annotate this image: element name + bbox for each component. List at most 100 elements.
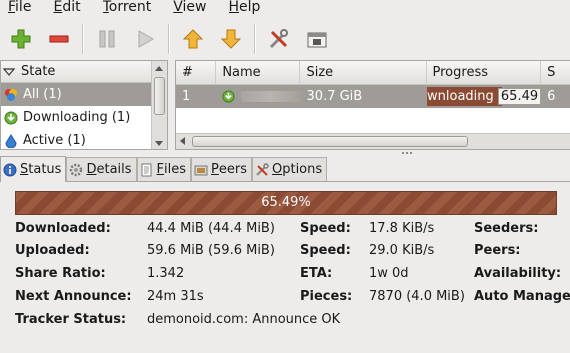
sidebar-scrollbar[interactable] — [151, 61, 167, 149]
queue-down-button[interactable] — [216, 24, 246, 54]
row-name-cell — [216, 85, 301, 108]
upload-speed-value: 29.0 KiB/s — [369, 243, 435, 258]
seeders-label: Seeders: — [474, 221, 539, 236]
sidebar-item-label: Active (1) — [23, 133, 86, 148]
tab-status-mnemonic: S — [20, 162, 29, 177]
sidebar-item-downloading[interactable]: Downloading (1) — [1, 106, 151, 129]
torrent-list-hscrollbar[interactable] — [176, 133, 570, 149]
remove-icon — [49, 35, 69, 43]
pieces-label: Pieces: — [300, 289, 353, 304]
tracker-status-label: Tracker Status: — [15, 312, 127, 327]
menu-edit-rest: dit — [62, 0, 81, 15]
pause-button[interactable] — [92, 24, 122, 54]
menu-edit[interactable]: Edit — [53, 0, 80, 15]
menu-help[interactable]: Help — [229, 0, 261, 15]
status-progress-bar: 65.49% — [15, 191, 557, 215]
column-name[interactable]: Name — [216, 61, 301, 85]
share-ratio-label: Share Ratio: — [15, 266, 106, 281]
tab-status-rest: tatus — [28, 162, 62, 177]
next-announce-label: Next Announce: — [15, 289, 132, 304]
menu-help-mnemonic: H — [228, 0, 240, 15]
tab-options[interactable]: Options — [251, 157, 328, 181]
preferences-button[interactable] — [264, 24, 294, 54]
menu-torrent-rest: orrent — [108, 0, 152, 15]
tab-details-rest: etails — [96, 162, 132, 177]
sidebar-item-active[interactable]: Active (1) — [1, 129, 151, 149]
row-progress: ownloading 65.49 — [426, 85, 542, 108]
row-state: ownloading — [427, 89, 494, 104]
sidebar-header-label: State — [21, 64, 56, 79]
tab-peers[interactable]: Peers — [191, 157, 252, 181]
sidebar-item-label: All (1) — [23, 87, 62, 102]
info-icon — [3, 163, 17, 177]
sidebar-header[interactable]: State — [1, 61, 151, 83]
download-speed-value: 17.8 KiB/s — [369, 221, 435, 236]
sidebar-item-label: Downloading (1) — [23, 110, 131, 125]
tab-details[interactable]: Details — [66, 157, 137, 181]
toolbar-separator — [168, 24, 170, 54]
table-row[interactable]: 1 30.7 GiB ownloading 65.49 6 — [176, 85, 570, 108]
downloaded-label: Downloaded: — [15, 221, 111, 236]
torrent-list-header: # Name Size Progress S — [176, 61, 570, 85]
tab-files[interactable]: Files — [136, 157, 192, 181]
collapse-triangle-icon[interactable] — [3, 66, 15, 78]
column-index[interactable]: # — [176, 61, 217, 85]
scroll-left-arrow-icon[interactable] — [180, 137, 185, 145]
sidebar-scroll-thumb[interactable] — [154, 77, 165, 115]
download-speed-label: Speed: — [300, 221, 351, 236]
tab-options-mnemonic: O — [271, 162, 283, 177]
queue-up-button[interactable] — [178, 24, 208, 54]
tab-details-mnemonic: D — [86, 162, 97, 177]
pause-icon — [99, 30, 115, 48]
menu-view[interactable]: View — [173, 0, 206, 15]
options-icon — [255, 162, 269, 177]
tab-status[interactable]: Status — [0, 156, 67, 182]
tab-files-mnemonic: F — [156, 162, 165, 177]
menu-file[interactable]: File — [8, 0, 31, 15]
details-tabs: Status Details Files Peers Options — [0, 156, 570, 182]
tracker-status-value: demonoid.com: Announce OK — [147, 312, 341, 327]
hscroll-thumb[interactable] — [192, 136, 468, 147]
add-torrent-button[interactable] — [6, 24, 36, 54]
downloading-icon — [222, 90, 235, 103]
next-announce-value: 24m 31s — [147, 289, 204, 304]
sidebar-item-all[interactable]: All (1) — [1, 83, 151, 106]
active-icon — [3, 133, 18, 148]
peers-label: Peers: — [474, 243, 521, 258]
scroll-down-arrow-icon[interactable] — [155, 141, 163, 146]
scroll-up-arrow-icon[interactable] — [155, 66, 163, 71]
share-ratio-value: 1.342 — [147, 266, 185, 281]
toolbar-separator — [82, 24, 84, 54]
upload-speed-label: Speed: — [300, 243, 351, 258]
connection-manager-icon — [307, 32, 327, 48]
row-size: 30.7 GiB — [306, 89, 363, 104]
menu-file-rest: ile — [15, 0, 32, 15]
connection-manager-button[interactable] — [302, 24, 332, 54]
row-progress-text: ownloading 65.49 — [427, 87, 542, 106]
column-size[interactable]: Size — [300, 61, 427, 85]
menu-edit-mnemonic: E — [53, 0, 63, 15]
row-extra: 6 — [547, 89, 556, 104]
row-progress-percent: 65.49 — [497, 88, 542, 105]
toolbar — [0, 20, 570, 58]
menu-torrent[interactable]: Torrent — [103, 0, 152, 15]
status-progress-text: 65.49% — [261, 195, 311, 210]
eta-label: ETA: — [300, 266, 333, 281]
eta-value: 1w 0d — [369, 266, 409, 281]
downloaded-value: 44.4 MiB (44.4 MiB) — [147, 221, 275, 236]
tab-peers-mnemonic: P — [211, 162, 219, 177]
pieces-value: 7870 (4.0 MiB) — [369, 289, 465, 304]
downloading-icon — [3, 110, 18, 125]
availability-label: Availability: — [474, 266, 562, 281]
peers-icon — [194, 163, 208, 177]
column-seeds[interactable]: S — [541, 61, 570, 85]
uploaded-value: 59.6 MiB (59.6 MiB) — [147, 243, 275, 258]
column-progress[interactable]: Progress — [427, 61, 542, 85]
remove-torrent-button[interactable] — [44, 24, 74, 54]
files-icon — [140, 163, 154, 177]
menu-help-rest: elp — [239, 0, 261, 15]
resume-button[interactable] — [130, 24, 160, 54]
uploaded-label: Uploaded: — [15, 243, 90, 258]
gear-icon — [69, 163, 83, 177]
preferences-icon — [269, 29, 288, 49]
